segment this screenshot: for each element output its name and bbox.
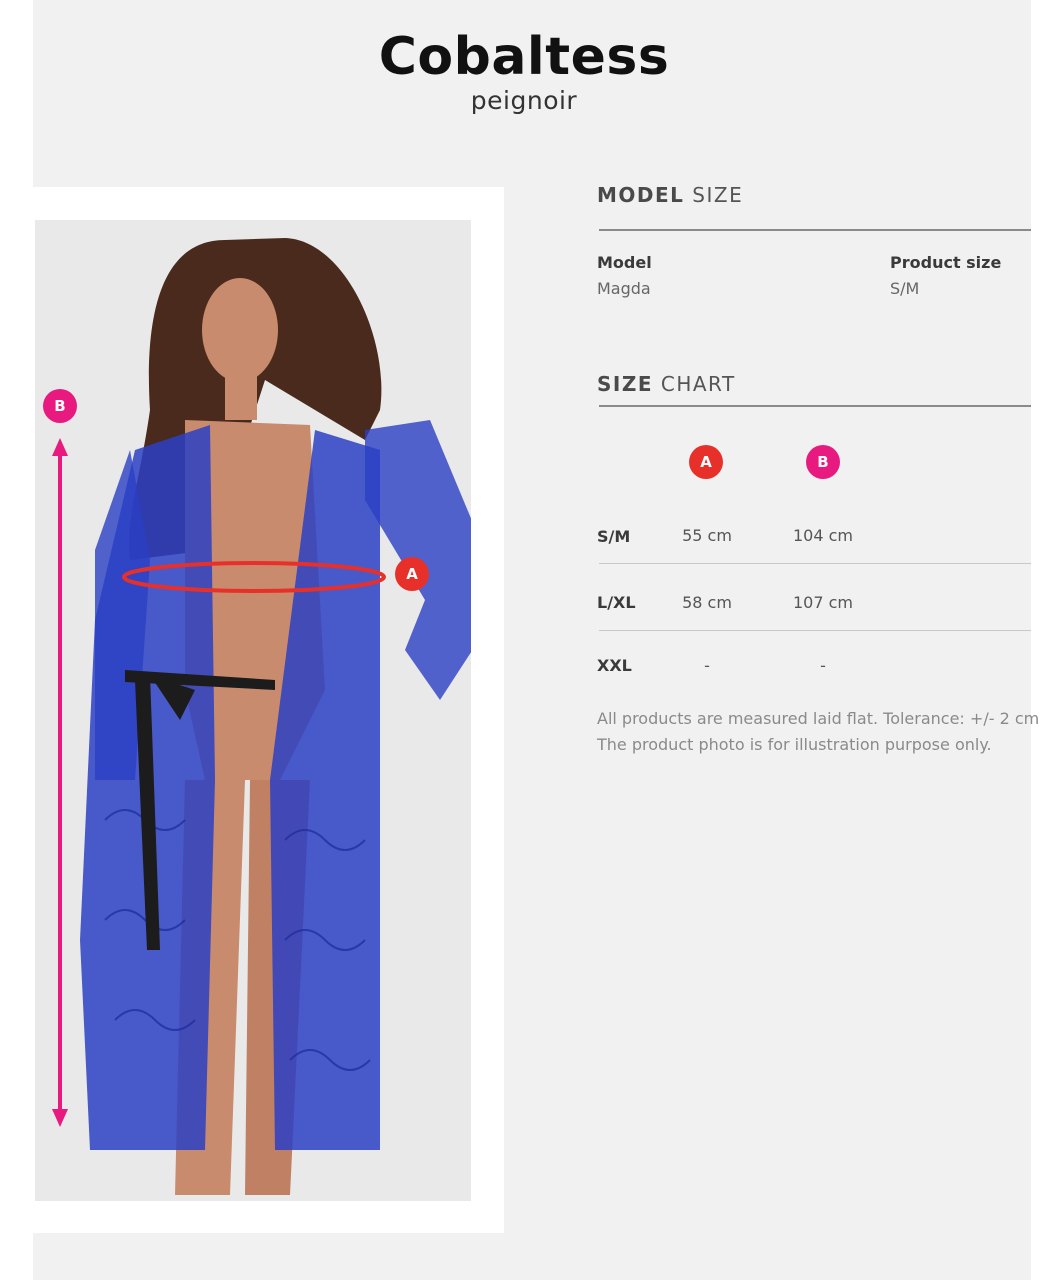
model-value: Magda: [597, 279, 651, 298]
size-cell-a: -: [704, 656, 710, 675]
column-header-a: A: [689, 445, 723, 479]
photo-badge-a: A: [395, 557, 429, 591]
model-size-divider: [599, 229, 1031, 231]
size-chart-heading-light: CHART: [660, 372, 736, 396]
size-row-label: S/M: [597, 527, 631, 546]
column-header-b: B: [806, 445, 840, 479]
product-size-label: Product size: [890, 253, 1002, 272]
model-label: Model: [597, 253, 652, 272]
size-cell-b: 104 cm: [792, 526, 853, 545]
size-cell-a: 58 cm: [682, 593, 732, 612]
title-block: Cobaltess peignoir: [33, 28, 1015, 116]
row-divider: [599, 563, 1031, 564]
product-size-value: S/M: [890, 279, 920, 298]
size-chart-divider: [599, 405, 1031, 407]
product-type: peignoir: [470, 86, 578, 115]
size-cell-b: 107 cm: [792, 593, 853, 612]
size-cell-a: 55 cm: [682, 526, 732, 545]
size-row-label: XXL: [597, 656, 632, 675]
model-size-heading-light: SIZE: [692, 183, 744, 207]
photo-badge-b: B: [43, 389, 77, 423]
model-size-heading-bold: MODEL: [597, 183, 685, 207]
size-chart-heading: SIZE CHART: [597, 372, 736, 396]
row-divider: [599, 630, 1031, 631]
product-photo: [35, 220, 471, 1201]
model-size-heading: MODEL SIZE: [597, 183, 743, 207]
measurement-note: All products are measured laid flat. Tol…: [597, 709, 1040, 728]
model-illustration: [52, 238, 471, 1195]
size-chart-heading-bold: SIZE: [597, 372, 654, 396]
size-cell-b: -: [820, 656, 826, 675]
illustration-note: The product photo is for illustration pu…: [597, 735, 992, 754]
product-name: Cobaltess: [378, 27, 670, 87]
size-row-label: L/XL: [597, 593, 636, 612]
